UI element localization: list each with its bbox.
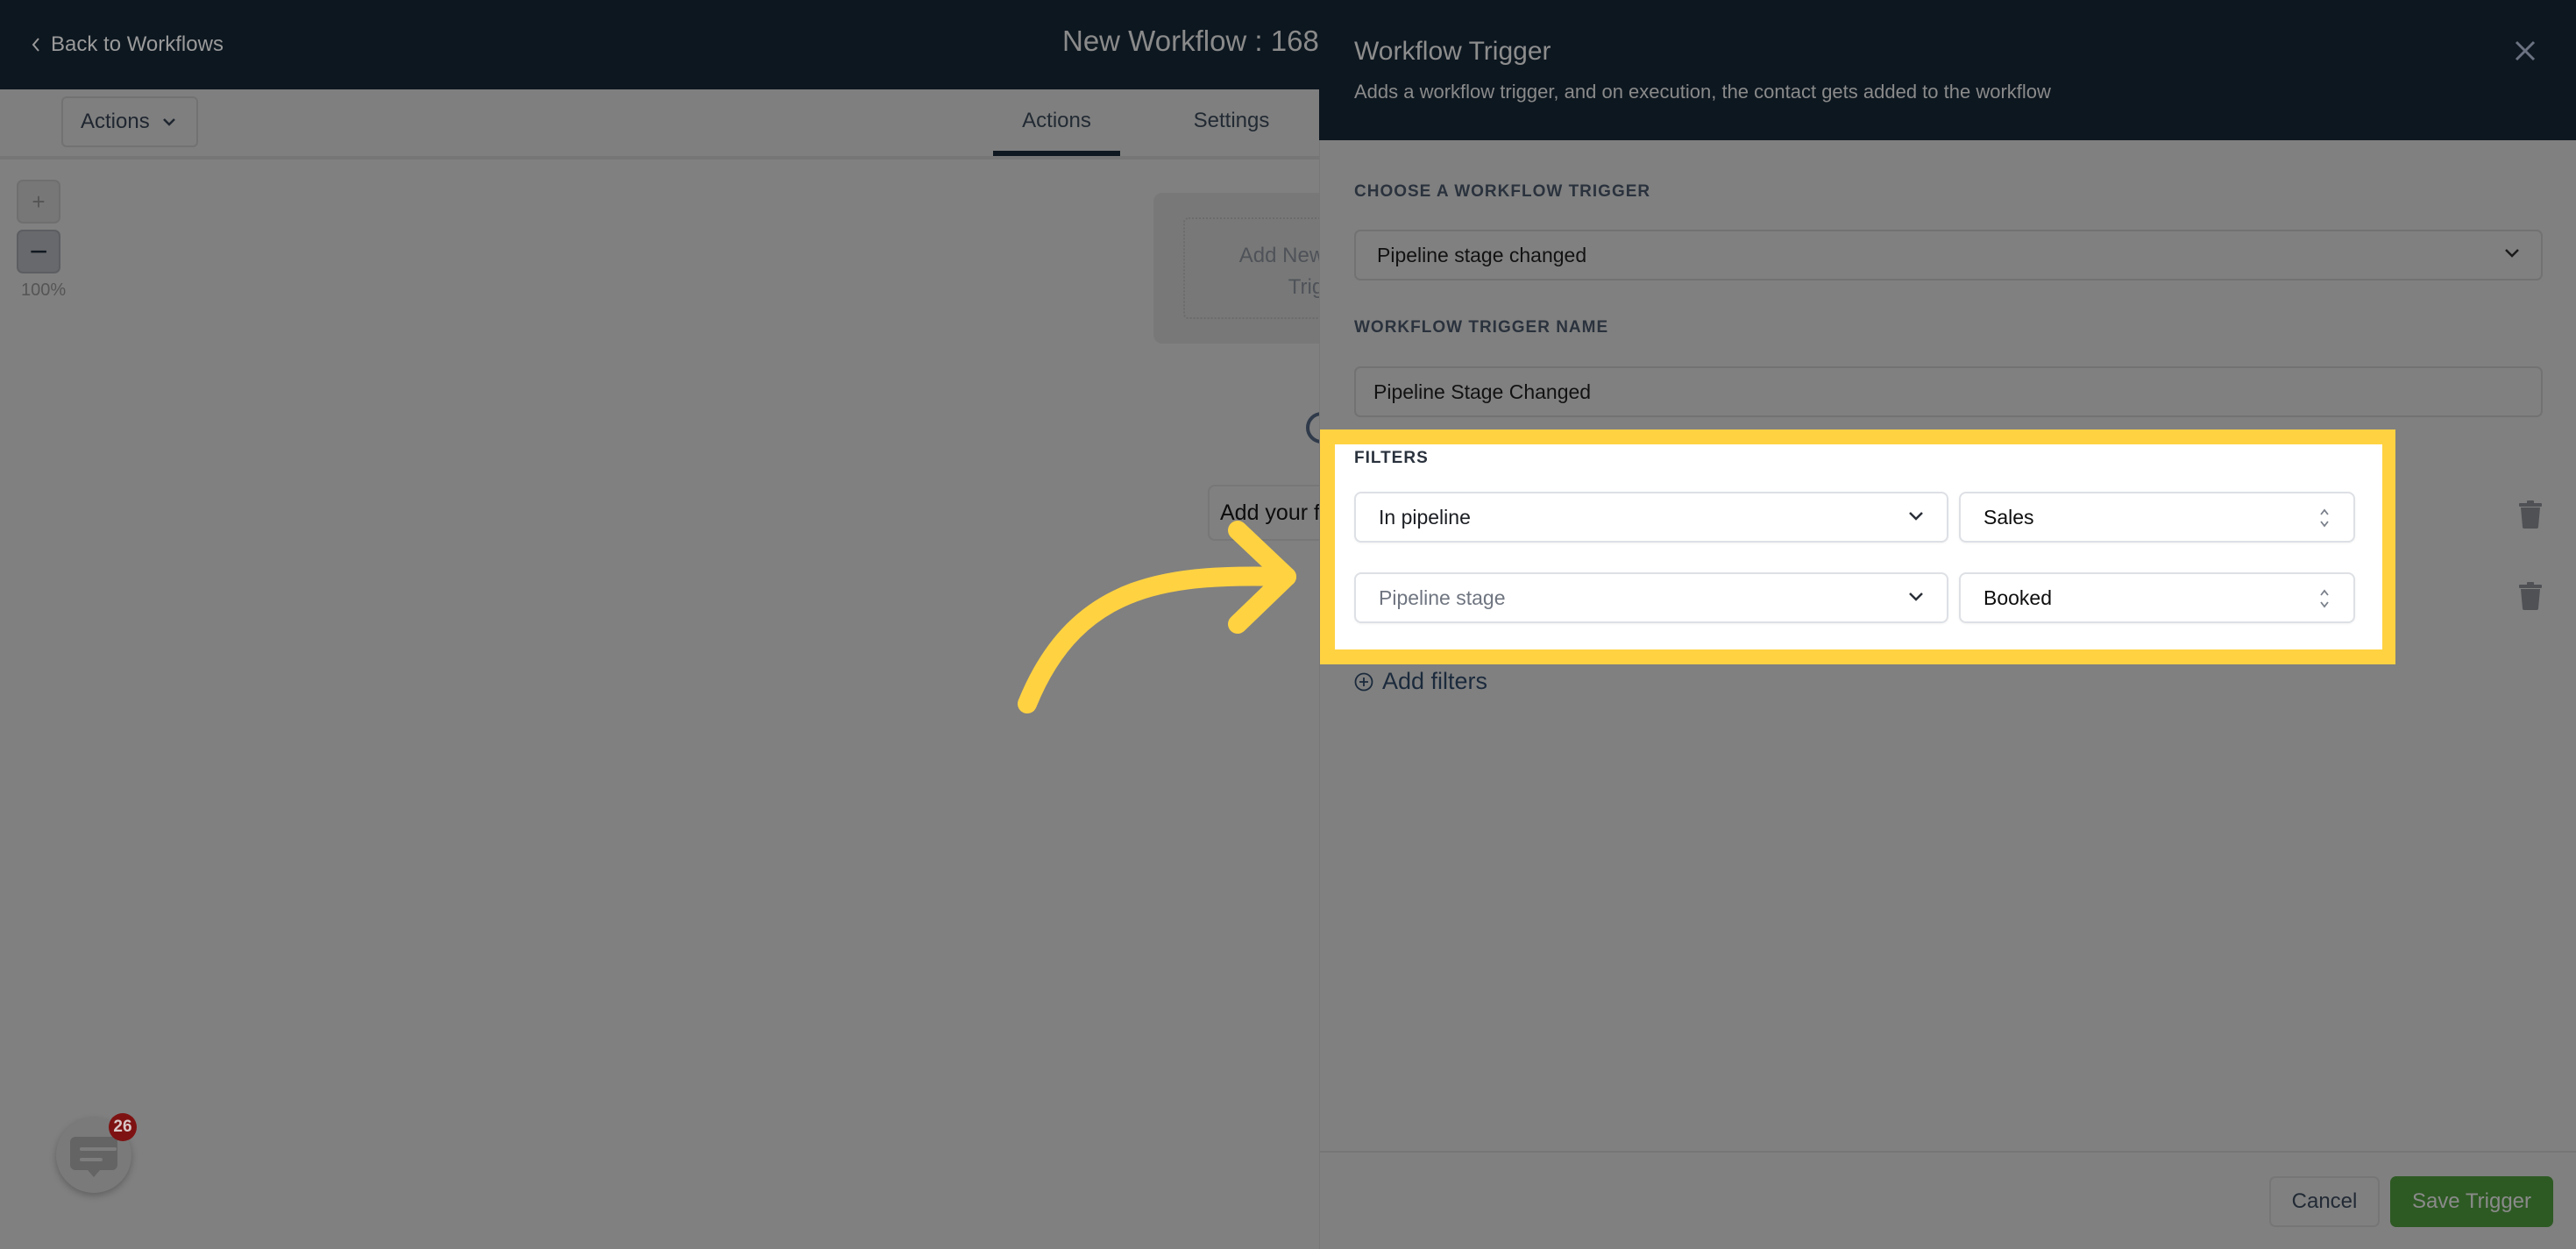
filter-2-value-select[interactable]: Booked (1959, 572, 2355, 623)
actions-dropdown-label: Actions (81, 110, 150, 133)
trigger-name-input[interactable]: Pipeline Stage Changed (1354, 366, 2543, 417)
workflow-title: New Workflow : 1688 (1062, 25, 1325, 57)
filter-2-field-placeholder: Pipeline stage (1379, 585, 1506, 609)
filter-2-field-select[interactable]: Pipeline stage (1354, 572, 1948, 623)
back-label: Back to Workflows (51, 32, 224, 56)
trigger-name-value: Pipeline Stage Changed (1373, 380, 1592, 403)
trash-icon (2519, 582, 2542, 610)
add-new-trigger-node[interactable]: Add New Trig (1183, 217, 1332, 319)
filter-1-value-select[interactable]: Sales (1959, 492, 2355, 543)
panel-footer-divider (1319, 1151, 2576, 1153)
trigger-node-line1: Add New (1238, 244, 1325, 267)
panel-subtitle: Adds a workflow trigger, and on executio… (1354, 81, 2051, 103)
trigger-node-line2: Trig (1288, 275, 1324, 299)
trigger-type-value: Pipeline stage changed (1377, 243, 1587, 266)
chevron-down-icon (1909, 512, 1923, 521)
zoom-level: 100% (21, 280, 67, 300)
close-icon (2515, 40, 2536, 61)
up-down-chevron-icon (2320, 508, 2329, 528)
actions-dropdown[interactable]: Actions (61, 96, 198, 147)
zoom-out-button[interactable]: − (17, 230, 60, 273)
save-trigger-button[interactable]: Save Trigger (2390, 1176, 2553, 1227)
back-to-workflows-link[interactable]: Back to Workflows (30, 30, 224, 60)
add-filters-button[interactable]: Add filters (1354, 668, 1487, 695)
chevron-down-icon (1909, 593, 1923, 601)
filters-label: FILTERS (1354, 449, 1429, 467)
tab-actions-label: Actions (1022, 109, 1091, 132)
chevron-down-icon (162, 118, 175, 126)
trash-icon (2519, 500, 2542, 529)
chevron-left-icon (32, 38, 39, 52)
choose-trigger-label: CHOOSE A WORKFLOW TRIGGER (1354, 182, 1651, 201)
chat-unread-badge: 26 (109, 1113, 137, 1141)
delete-filter-2-button[interactable] (2519, 582, 2542, 610)
tab-actions[interactable]: Actions (993, 103, 1120, 156)
panel-title: Workflow Trigger (1354, 37, 1551, 66)
trigger-type-select[interactable]: Pipeline stage changed (1354, 230, 2543, 280)
tab-settings-label: Settings (1193, 109, 1270, 132)
chevron-down-icon (2505, 249, 2519, 258)
up-down-chevron-icon (2320, 589, 2329, 608)
delete-filter-1-button[interactable] (2519, 500, 2542, 529)
add-filters-label: Add filters (1382, 668, 1488, 694)
tab-settings[interactable]: Settings (1166, 103, 1297, 156)
filter-1-value: Sales (1983, 505, 2034, 529)
zoom-in-button[interactable]: + (17, 180, 60, 224)
close-panel-button[interactable] (2514, 39, 2537, 62)
filter-2-value: Booked (1983, 585, 2053, 609)
panel-header (1319, 0, 2576, 140)
trigger-name-label: WORKFLOW TRIGGER NAME (1354, 318, 1609, 337)
annotation-arrow-icon (1018, 521, 1296, 713)
filter-1-field-value: In pipeline (1379, 505, 1471, 529)
filter-1-field-select[interactable]: In pipeline (1354, 492, 1948, 543)
cancel-button[interactable]: Cancel (2269, 1176, 2380, 1227)
